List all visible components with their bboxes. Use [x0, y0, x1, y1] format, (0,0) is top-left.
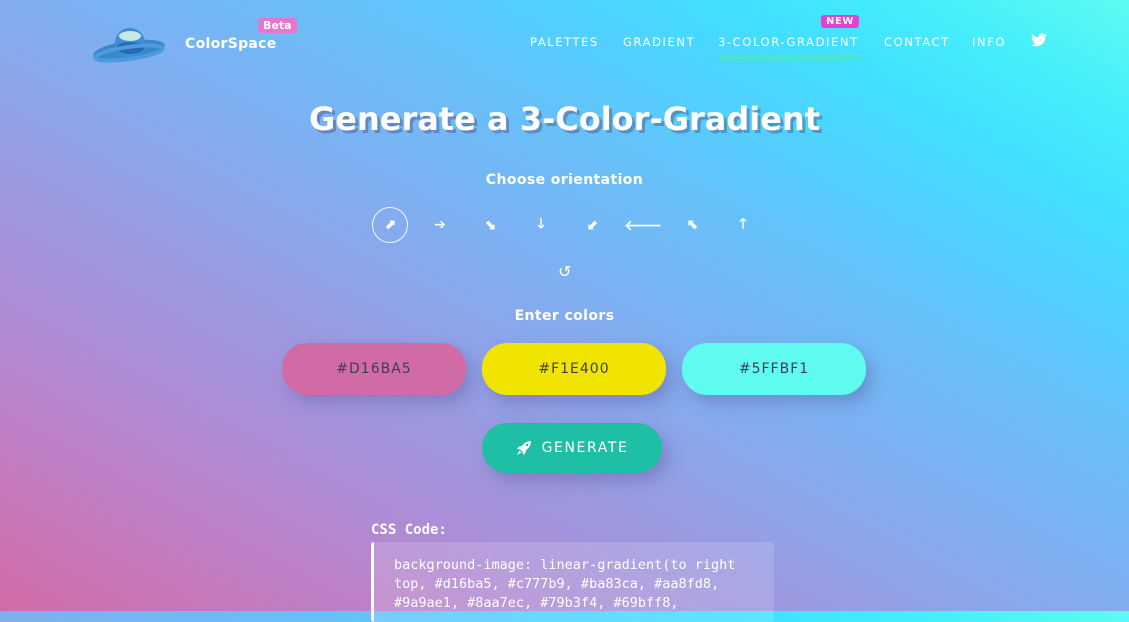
twitter-icon[interactable]: [1031, 33, 1047, 47]
arrow-up-left-icon: ⬉: [687, 217, 699, 233]
generate-button[interactable]: GENERATE: [482, 423, 662, 473]
colors-label: Enter colors: [514, 308, 615, 324]
css-code-text[interactable]: background-image: linear-gradient(to rig…: [394, 556, 774, 613]
orient-to-bottom-button[interactable]: 🡓: [523, 207, 559, 243]
arrow-left-icon: 🡐: [624, 217, 662, 234]
color-input-3[interactable]: [682, 343, 866, 395]
page-title: Generate a 3-Color-Gradient: [308, 100, 821, 138]
orient-to-right-button[interactable]: ➔: [422, 207, 458, 243]
arrow-down-right-icon: ⬊: [484, 217, 496, 233]
arrow-up-right-icon: ⬈: [384, 217, 396, 233]
arrow-up-icon: 🡑: [739, 216, 747, 232]
orientation-picker: ⬈ ➔ ⬊ 🡓 ⬋ 🡐 ⬉ 🡑: [0, 207, 1129, 243]
css-code-box[interactable]: background-image: linear-gradient(to rig…: [371, 542, 774, 622]
arrow-right-icon: ➔: [434, 217, 446, 233]
orient-to-top-button[interactable]: 🡑: [725, 207, 761, 243]
orient-to-left-bottom-button[interactable]: ⬋: [575, 207, 611, 243]
nav-3-color-gradient[interactable]: 3-COLOR-GRADIENT: [718, 35, 859, 49]
orient-to-right-bottom-button[interactable]: ⬊: [472, 207, 508, 243]
nav-palettes[interactable]: PALETTES: [530, 35, 599, 49]
orientation-label: Choose orientation: [485, 172, 644, 188]
active-nav-underline: [718, 56, 860, 59]
new-badge: NEW: [821, 15, 860, 28]
nav-info[interactable]: INFO: [972, 35, 1006, 49]
color-input-2[interactable]: [482, 343, 666, 395]
reset-icon[interactable]: ↺: [558, 262, 571, 281]
color-input-1[interactable]: [282, 343, 466, 395]
nav-contact[interactable]: CONTACT: [884, 35, 950, 49]
beta-badge: Beta: [258, 18, 297, 33]
orient-to-right-top-button[interactable]: ⬈: [372, 207, 408, 243]
arrow-down-icon: 🡓: [537, 216, 545, 232]
css-code-label: CSS Code:: [371, 522, 447, 538]
planet-saturn-icon: [93, 28, 165, 63]
brand-name[interactable]: ColorSpace: [185, 36, 277, 52]
rocket-icon: [516, 441, 531, 455]
orient-to-left-button[interactable]: 🡐: [624, 207, 662, 243]
arrow-down-left-icon: ⬋: [587, 217, 599, 233]
orient-to-left-top-button[interactable]: ⬉: [675, 207, 711, 243]
generate-button-label: GENERATE: [541, 440, 629, 456]
nav-gradient[interactable]: GRADIENT: [623, 35, 695, 49]
